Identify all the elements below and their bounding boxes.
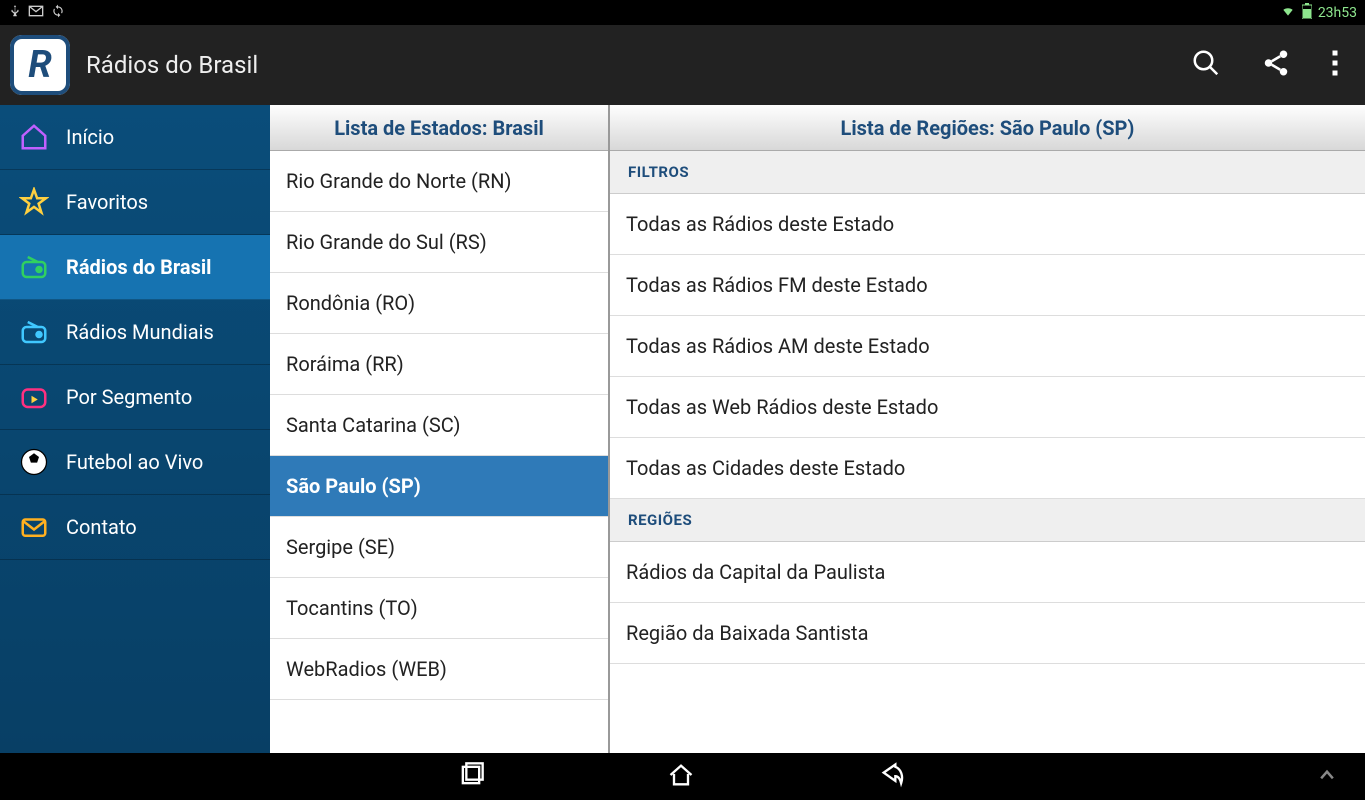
radio-brasil-icon — [18, 251, 50, 283]
mail-icon — [28, 5, 44, 21]
filter-item[interactable]: Todas as Rádios AM deste Estado — [610, 316, 1365, 377]
app-title: Rádios do Brasil — [86, 51, 258, 79]
sidebar-item-label: Futebol ao Vivo — [66, 450, 203, 474]
wifi-icon — [1280, 4, 1296, 22]
recent-apps-icon[interactable] — [457, 761, 485, 793]
status-time: 23h53 — [1318, 5, 1357, 21]
regions-panel: Lista de Regiões: São Paulo (SP) FILTROS… — [610, 105, 1365, 753]
states-list[interactable]: Rio Grande do Norte (RN) Rio Grande do S… — [270, 151, 608, 753]
action-bar: R Rádios do Brasil — [0, 25, 1365, 105]
usb-icon — [8, 4, 22, 22]
sidebar-item-futebol[interactable]: Futebol ao Vivo — [0, 430, 270, 495]
state-item[interactable]: Rondônia (RO) — [270, 273, 608, 334]
sidebar-item-radios-brasil[interactable]: Rádios do Brasil — [0, 235, 270, 300]
state-item[interactable]: Rio Grande do Norte (RN) — [270, 151, 608, 212]
radio-mundiais-icon — [18, 316, 50, 348]
state-item[interactable]: Tocantins (TO) — [270, 578, 608, 639]
sidebar-item-radios-mundiais[interactable]: Rádios Mundiais — [0, 300, 270, 365]
filtros-label: FILTROS — [610, 151, 1365, 194]
sidebar-item-favoritos[interactable]: Favoritos — [0, 170, 270, 235]
regioes-label: REGIÕES — [610, 499, 1365, 542]
sidebar-item-label: Contato — [66, 515, 137, 539]
filter-item[interactable]: Todas as Rádios deste Estado — [610, 194, 1365, 255]
star-icon — [18, 186, 50, 218]
sidebar-item-inicio[interactable]: Início — [0, 105, 270, 170]
state-item-selected[interactable]: São Paulo (SP) — [270, 456, 608, 517]
soccer-icon — [18, 446, 50, 478]
region-item[interactable]: Região da Baixada Santista — [610, 603, 1365, 664]
filter-item[interactable]: Todas as Web Rádios deste Estado — [610, 377, 1365, 438]
share-icon[interactable] — [1261, 48, 1291, 82]
status-bar: 23h53 — [0, 0, 1365, 25]
state-item[interactable]: Sergipe (SE) — [270, 517, 608, 578]
segment-icon — [18, 381, 50, 413]
sidebar-item-label: Rádios Mundiais — [66, 320, 214, 344]
sidebar-item-label: Início — [66, 125, 114, 149]
home-nav-icon[interactable] — [665, 761, 697, 793]
overflow-menu-icon[interactable] — [1331, 48, 1339, 82]
battery-icon — [1302, 3, 1312, 23]
sidebar-item-por-segmento[interactable]: Por Segmento — [0, 365, 270, 430]
app-logo-icon: R — [10, 35, 70, 95]
state-item[interactable]: Roráima (RR) — [270, 334, 608, 395]
sidebar-item-contato[interactable]: Contato — [0, 495, 270, 560]
sidebar: Início Favoritos Rádios do Brasil Rádios… — [0, 105, 270, 753]
sync-icon — [50, 4, 66, 22]
sidebar-item-label: Rádios do Brasil — [66, 255, 211, 279]
filter-item[interactable]: Todas as Rádios FM deste Estado — [610, 255, 1365, 316]
region-item[interactable]: Rádios da Capital da Paulista — [610, 542, 1365, 603]
states-header: Lista de Estados: Brasil — [270, 105, 608, 151]
home-icon — [18, 121, 50, 153]
filter-item[interactable]: Todas as Cidades deste Estado — [610, 438, 1365, 499]
nav-bar — [0, 753, 1365, 800]
state-item[interactable]: Santa Catarina (SC) — [270, 395, 608, 456]
search-icon[interactable] — [1191, 48, 1221, 82]
sidebar-item-label: Por Segmento — [66, 385, 192, 409]
states-panel: Lista de Estados: Brasil Rio Grande do N… — [270, 105, 610, 753]
state-item[interactable]: WebRadios (WEB) — [270, 639, 608, 700]
chevron-up-icon[interactable] — [1313, 765, 1341, 789]
state-item[interactable]: Rio Grande do Sul (RS) — [270, 212, 608, 273]
content: Início Favoritos Rádios do Brasil Rádios… — [0, 105, 1365, 753]
sidebar-item-label: Favoritos — [66, 190, 148, 214]
mail-icon — [18, 511, 50, 543]
back-icon[interactable] — [877, 761, 909, 793]
regions-header: Lista de Regiões: São Paulo (SP) — [610, 105, 1365, 151]
